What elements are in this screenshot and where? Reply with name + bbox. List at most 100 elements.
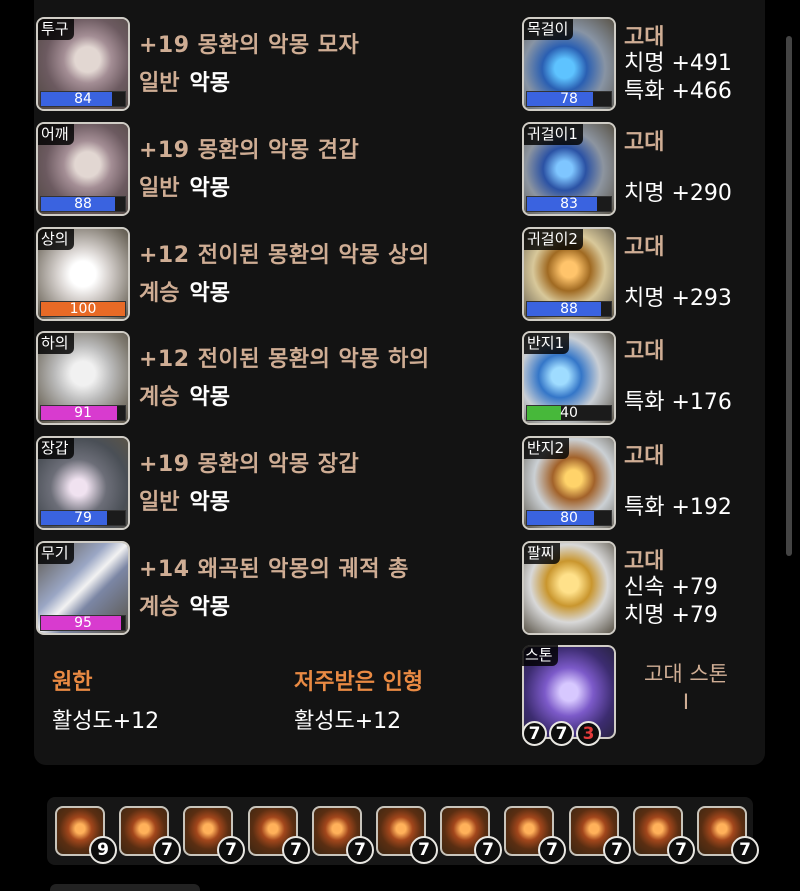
accessory-stat: 특화 +176 bbox=[624, 390, 732, 415]
scrollbar[interactable] bbox=[786, 36, 792, 556]
quality-value: 40 bbox=[560, 405, 578, 421]
stone-level-1: 7 bbox=[549, 721, 574, 746]
quality-value: 78 bbox=[560, 91, 578, 107]
item-grade: 일반 bbox=[139, 71, 180, 96]
quality-bar: 95 bbox=[40, 615, 126, 631]
quality-value: 83 bbox=[560, 196, 578, 212]
stone-label: 고대 스톤 I bbox=[626, 660, 746, 716]
item-set: 악몽 bbox=[189, 281, 230, 306]
equipment-slot-label: 하의 bbox=[38, 333, 74, 354]
bottom-tab[interactable] bbox=[50, 884, 200, 891]
quality-bar: 40 bbox=[526, 405, 612, 421]
stone-label-line1: 고대 스톤 bbox=[644, 662, 728, 686]
accessories-slot-1[interactable]: 귀걸이1 83 bbox=[522, 122, 616, 216]
item-grade: 일반 bbox=[139, 490, 180, 515]
stone-level-2: 3 bbox=[576, 721, 601, 746]
equipment-slot-1[interactable]: 어깨 88 bbox=[36, 122, 130, 216]
gem-slot-0[interactable]: 9 bbox=[55, 806, 117, 864]
quality-value: 80 bbox=[560, 510, 578, 526]
quality-bar: 91 bbox=[40, 405, 126, 421]
item-name: +12 전이된 몽환의 악몽 하의 bbox=[139, 347, 430, 372]
accessory-stat: 특화 +466 bbox=[624, 79, 732, 104]
gem-slot-2[interactable]: 7 bbox=[183, 806, 245, 864]
item-name: +19 몽환의 악몽 모자 bbox=[139, 33, 360, 58]
accessory-grade: 고대 bbox=[624, 235, 665, 260]
gem-level: 9 bbox=[89, 836, 117, 864]
accessory-grade: 고대 bbox=[624, 339, 665, 364]
quality-value: 88 bbox=[560, 301, 578, 317]
gem-slot-3[interactable]: 7 bbox=[248, 806, 310, 864]
gem-level: 7 bbox=[474, 836, 502, 864]
gem-slot-9[interactable]: 7 bbox=[633, 806, 695, 864]
equipment-slot-3[interactable]: 하의 91 bbox=[36, 331, 130, 425]
item-set: 악몽 bbox=[189, 595, 230, 620]
item-grade: 계승 bbox=[139, 595, 180, 620]
gem-level: 7 bbox=[603, 836, 631, 864]
quality-bar: 79 bbox=[40, 510, 126, 526]
accessories-slot-label: 팔찌 bbox=[524, 543, 560, 564]
equipment-slot-2[interactable]: 상의 100 bbox=[36, 227, 130, 321]
gem-level: 7 bbox=[731, 836, 759, 864]
accessory-stat: 치명 +293 bbox=[624, 286, 732, 311]
equipment-slot-label: 무기 bbox=[38, 543, 74, 564]
engraving-value-2: 활성도+12 bbox=[294, 709, 402, 734]
item-grade-set: 일반 악몽 bbox=[139, 484, 230, 516]
gem-level: 7 bbox=[153, 836, 181, 864]
item-set: 악몽 bbox=[189, 490, 230, 515]
stone-level-0: 7 bbox=[522, 721, 547, 746]
quality-value: 84 bbox=[74, 91, 92, 107]
gem-level: 7 bbox=[346, 836, 374, 864]
gem-slot-5[interactable]: 7 bbox=[376, 806, 438, 864]
accessories-slot-3[interactable]: 반지1 40 bbox=[522, 331, 616, 425]
item-set: 악몽 bbox=[189, 385, 230, 410]
quality-value: 91 bbox=[74, 405, 92, 421]
item-grade-set: 일반 악몽 bbox=[139, 65, 230, 97]
item-grade-set: 계승 악몽 bbox=[139, 275, 230, 307]
accessories-slot-label: 귀걸이1 bbox=[524, 124, 583, 145]
quality-value: 100 bbox=[69, 301, 97, 317]
equipment-slot-5[interactable]: 무기 95 bbox=[36, 541, 130, 635]
gem-slot-10[interactable]: 7 bbox=[697, 806, 759, 864]
quality-bar: 88 bbox=[40, 196, 126, 212]
accessories-slot-label: 반지1 bbox=[524, 333, 570, 354]
accessory-stat: 치명 +290 bbox=[624, 181, 732, 206]
engraving-value-1: 활성도+12 bbox=[52, 709, 160, 734]
accessories-slot-4[interactable]: 반지2 80 bbox=[522, 436, 616, 530]
equipment-slot-4[interactable]: 장갑 79 bbox=[36, 436, 130, 530]
item-grade-set: 일반 악몽 bbox=[139, 170, 230, 202]
accessories-slot-2[interactable]: 귀걸이2 88 bbox=[522, 227, 616, 321]
quality-bar: 88 bbox=[526, 301, 612, 317]
accessories-slot-5[interactable]: 팔찌 bbox=[522, 541, 616, 635]
equipment-slot-0[interactable]: 투구 84 bbox=[36, 17, 130, 111]
item-grade-set: 계승 악몽 bbox=[139, 589, 230, 621]
accessories-slot-0[interactable]: 목걸이 78 bbox=[522, 17, 616, 111]
engraving-name-2: 저주받은 인형 bbox=[294, 670, 424, 695]
gem-level: 7 bbox=[217, 836, 245, 864]
equipment-slot-label: 상의 bbox=[38, 229, 74, 250]
item-name: +19 몽환의 악몽 장갑 bbox=[139, 452, 360, 477]
item-grade: 계승 bbox=[139, 281, 180, 306]
gem-slot-6[interactable]: 7 bbox=[440, 806, 502, 864]
quality-bar: 78 bbox=[526, 91, 612, 107]
gem-level: 7 bbox=[667, 836, 695, 864]
quality-bar: 100 bbox=[40, 301, 126, 317]
stone-levels: 773 bbox=[522, 721, 601, 746]
quality-bar: 80 bbox=[526, 510, 612, 526]
item-name: +12 전이된 몽환의 악몽 상의 bbox=[139, 243, 430, 268]
item-set: 악몽 bbox=[189, 176, 230, 201]
equipment-slot-label: 투구 bbox=[38, 19, 74, 40]
accessory-grade: 고대 bbox=[624, 444, 665, 469]
gem-slot-7[interactable]: 7 bbox=[504, 806, 566, 864]
gem-slot-8[interactable]: 7 bbox=[569, 806, 631, 864]
stone-label-line2: I bbox=[682, 690, 690, 714]
engraving-name-1: 원한 bbox=[52, 670, 93, 695]
item-grade: 계승 bbox=[139, 385, 180, 410]
quality-bar: 83 bbox=[526, 196, 612, 212]
item-name: +14 왜곡된 악몽의 궤적 총 bbox=[139, 557, 409, 582]
gem-level: 7 bbox=[538, 836, 566, 864]
gem-slot-1[interactable]: 7 bbox=[119, 806, 181, 864]
gem-slot-4[interactable]: 7 bbox=[312, 806, 374, 864]
quality-bar: 84 bbox=[40, 91, 126, 107]
accessory-grade: 고대 bbox=[624, 130, 665, 155]
accessories-slot-label: 반지2 bbox=[524, 438, 570, 459]
